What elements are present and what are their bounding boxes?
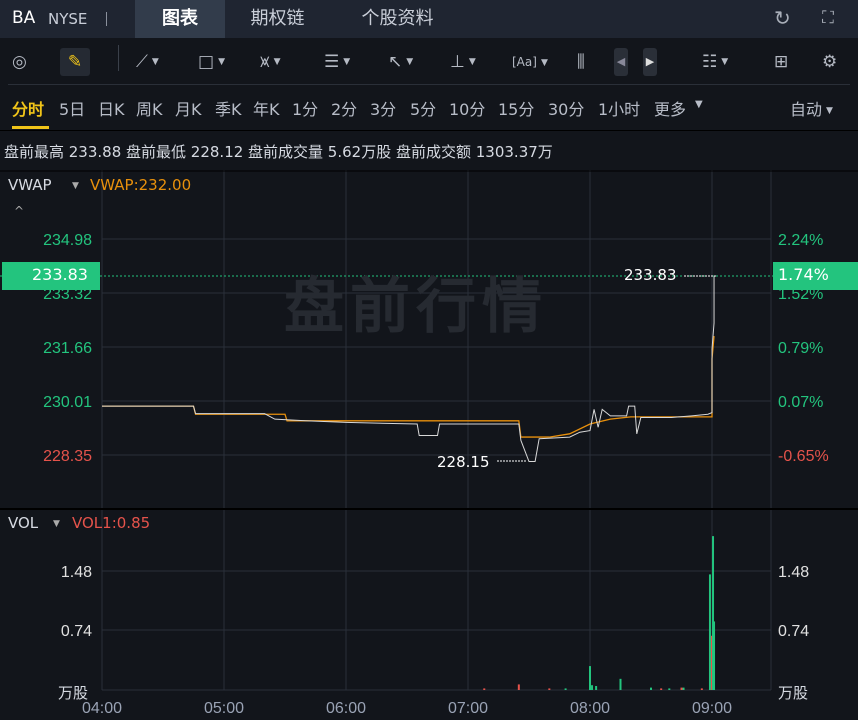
low-label: 228.15 xyxy=(437,453,490,471)
volume-bar xyxy=(517,684,520,690)
volume-bar xyxy=(548,688,551,690)
caret-down-icon[interactable]: ▼ xyxy=(72,181,79,191)
y-tick-left: 231.66 xyxy=(43,340,92,357)
vwap-line xyxy=(102,336,715,438)
high-label: 233.83 xyxy=(624,266,677,284)
chart[interactable]: 234.98 2.24%233.32 1.52%231.66 0.79%230.01 0… xyxy=(0,0,858,720)
y-tick-right: 0.07% xyxy=(778,394,823,411)
y-tick-right: 2.24% xyxy=(778,232,823,249)
volume-bar xyxy=(700,688,703,690)
y-tick-left: 228.35 xyxy=(43,448,92,465)
vol-tick-right: 0.74 xyxy=(778,623,809,640)
volume-bar xyxy=(483,688,486,690)
x-tick: 05:00 xyxy=(204,700,244,717)
vol-value: VOL1:0.85 xyxy=(72,514,151,532)
volume-bar xyxy=(682,687,685,690)
volume-bar xyxy=(708,574,711,690)
y-tick-left: 234.98 xyxy=(43,232,92,249)
volume-bar xyxy=(589,666,591,690)
y-tick-left: 230.01 xyxy=(43,394,92,411)
vol-unit-left: 万股 xyxy=(58,684,89,702)
volume-bar xyxy=(660,688,663,690)
volume-bar xyxy=(650,687,652,690)
current-price-tag: 233.83 xyxy=(2,262,100,290)
x-tick: 06:00 xyxy=(326,700,366,717)
volume-bar xyxy=(564,688,567,690)
volume-bar xyxy=(668,688,671,690)
vol-tick-left: 0.74 xyxy=(61,623,92,640)
volume-bar xyxy=(680,687,683,690)
volume-bar xyxy=(591,685,594,690)
collapse-icon[interactable]: ^ xyxy=(14,204,24,218)
vol-tick-left: 1.48 xyxy=(61,564,92,581)
vol-unit-right: 万股 xyxy=(778,684,809,702)
x-tick: 07:00 xyxy=(448,700,488,717)
caret-down-icon[interactable]: ▼ xyxy=(53,519,60,529)
watermark: 盘前行情 xyxy=(284,272,548,342)
vol-tick-right: 1.48 xyxy=(778,564,809,581)
volume-bar xyxy=(619,678,622,690)
volume-bar xyxy=(595,686,598,690)
vwap-value: VWAP:232.00 xyxy=(90,176,192,194)
indicator-name[interactable]: VWAP xyxy=(8,176,52,194)
y-tick-right: -0.65% xyxy=(778,448,829,465)
y-tick-right: 0.79% xyxy=(778,340,823,357)
volume-bar xyxy=(713,621,716,690)
current-pct-tag: 1.74% xyxy=(773,262,858,290)
x-tick: 09:00 xyxy=(692,700,732,717)
vol-indicator-name[interactable]: VOL xyxy=(8,514,38,532)
x-tick: 08:00 xyxy=(570,700,610,717)
